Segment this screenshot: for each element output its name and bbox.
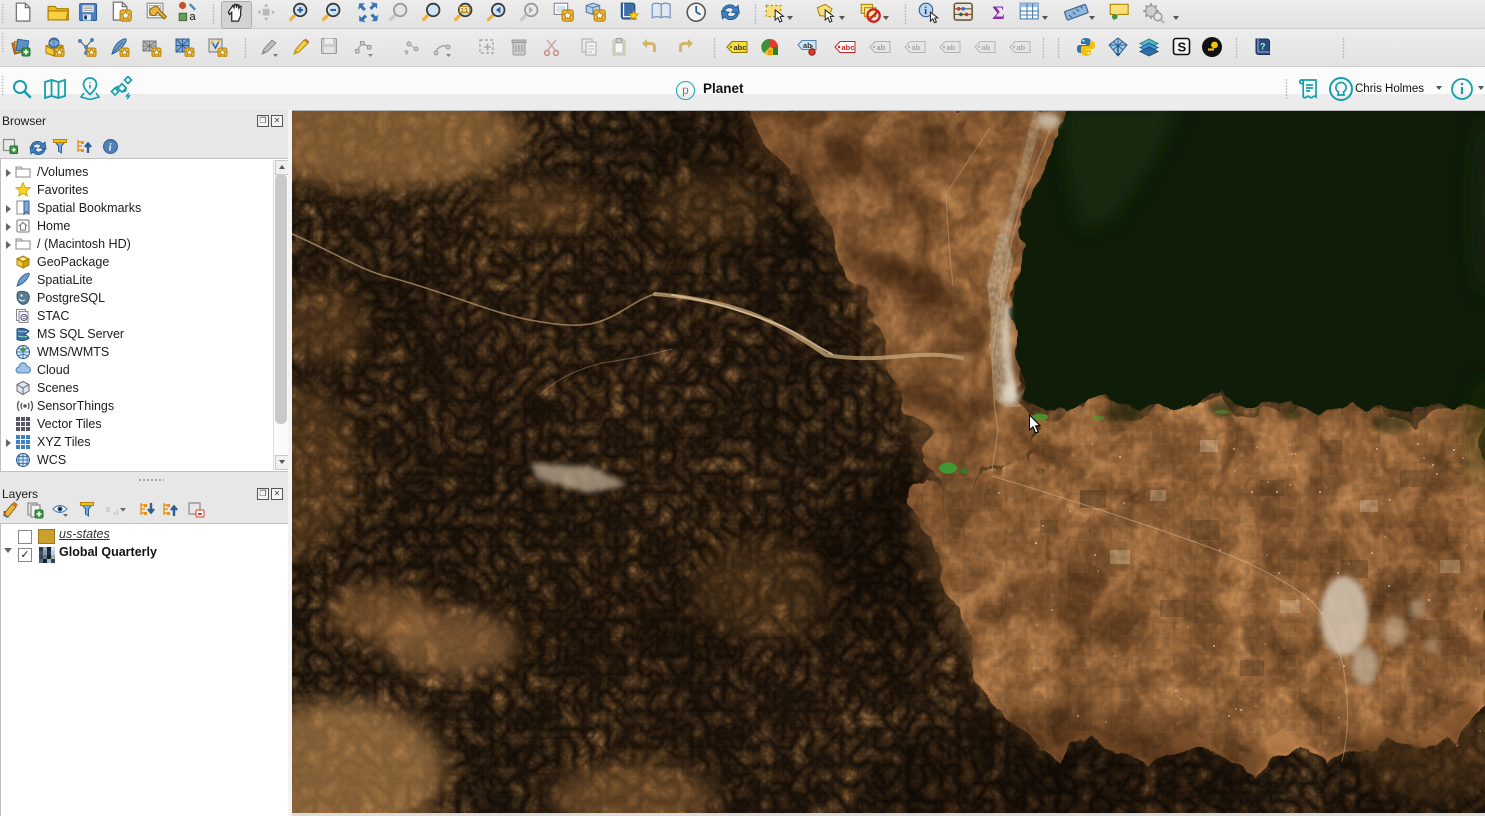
svg-text:ab: ab: [877, 43, 886, 52]
svg-text:abc: abc: [734, 43, 747, 52]
svg-text:Σ: Σ: [992, 3, 1004, 23]
svg-text:ε: ε: [106, 503, 111, 515]
svg-text:ab: ab: [947, 43, 956, 52]
svg-text:1:1: 1:1: [461, 8, 468, 14]
svg-text:abc: abc: [842, 43, 855, 52]
svg-text:ab: ab: [1017, 43, 1026, 52]
svg-text:?: ?: [1260, 42, 1266, 52]
svg-text:i: i: [924, 6, 927, 17]
svg-text:i: i: [109, 143, 112, 154]
svg-text:ab: ab: [912, 43, 921, 52]
svg-text:S: S: [1178, 40, 1187, 55]
svg-text:ab: ab: [982, 43, 991, 52]
svg-text:a: a: [189, 11, 196, 22]
